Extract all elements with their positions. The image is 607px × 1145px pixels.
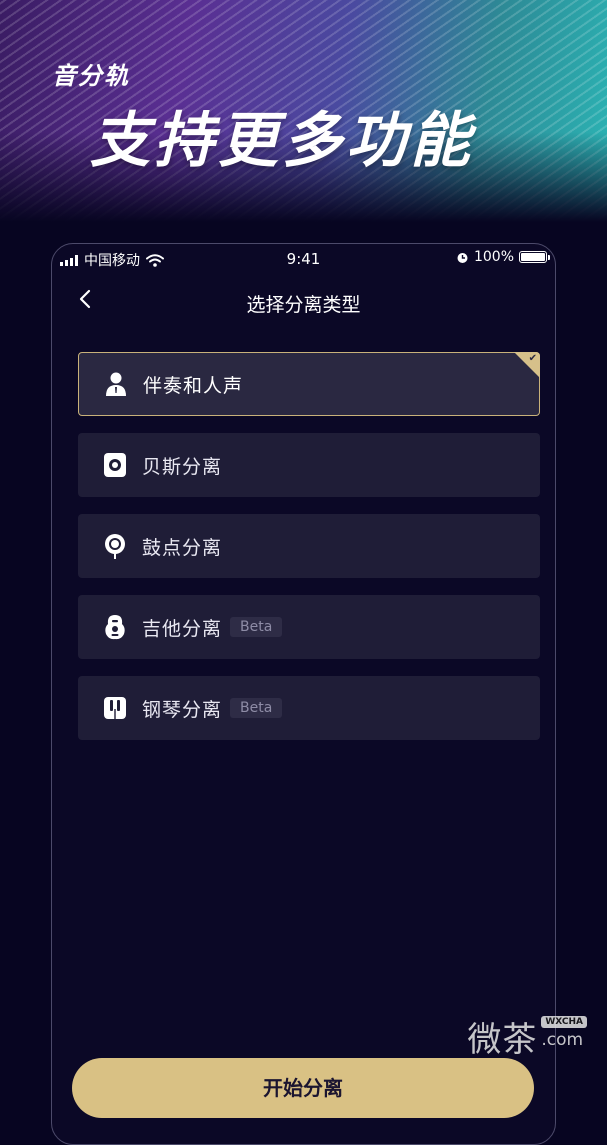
battery-icon bbox=[519, 251, 550, 263]
option-piano[interactable]: 钢琴分离 Beta bbox=[78, 676, 540, 740]
page-title: 选择分离类型 bbox=[246, 294, 361, 316]
option-bass[interactable]: 贝斯分离 bbox=[78, 433, 540, 497]
speaker-icon bbox=[102, 452, 128, 478]
watermark-badge: WXCHA bbox=[541, 1016, 587, 1028]
watermark: 微茶 WXCHA .com bbox=[467, 1012, 587, 1061]
option-label: 鼓点分离 bbox=[142, 536, 223, 559]
beta-badge: Beta bbox=[230, 698, 283, 718]
option-label: 贝斯分离 bbox=[142, 455, 223, 478]
battery-percent: 100% bbox=[473, 249, 514, 265]
check-icon: ✔ bbox=[528, 353, 537, 364]
promo-banner: 音分轨 支持更多功能 bbox=[0, 0, 607, 222]
piano-icon bbox=[102, 695, 128, 721]
start-separation-button[interactable]: 开始分离 bbox=[72, 1058, 534, 1118]
guitar-icon bbox=[102, 614, 128, 640]
banner-subtitle: 音分轨 bbox=[52, 62, 130, 90]
alarm-icon bbox=[457, 252, 468, 263]
option-label: 钢琴分离 bbox=[142, 698, 223, 721]
banner-title: 支持更多功能 bbox=[90, 106, 474, 176]
watermark-domain: .com bbox=[541, 1030, 584, 1050]
phone-frame: 中国移动 9:41 100% 选择分离类型 伴奏和人声 ✔ 贝斯分离 鼓点分离 … bbox=[51, 243, 556, 1145]
option-accompaniment-vocal[interactable]: 伴奏和人声 ✔ bbox=[78, 352, 540, 416]
option-guitar[interactable]: 吉他分离 Beta bbox=[78, 595, 540, 659]
nav-bar: 选择分离类型 bbox=[52, 282, 555, 322]
drum-icon bbox=[102, 533, 128, 559]
beta-badge: Beta bbox=[230, 617, 283, 637]
person-icon bbox=[103, 371, 129, 397]
watermark-text: 微茶 bbox=[467, 1020, 538, 1060]
option-drums[interactable]: 鼓点分离 bbox=[78, 514, 540, 578]
option-label: 伴奏和人声 bbox=[143, 374, 244, 397]
option-label: 吉他分离 bbox=[142, 617, 223, 640]
battery-fill bbox=[521, 253, 545, 261]
status-bar: 中国移动 9:41 100% bbox=[52, 244, 555, 274]
